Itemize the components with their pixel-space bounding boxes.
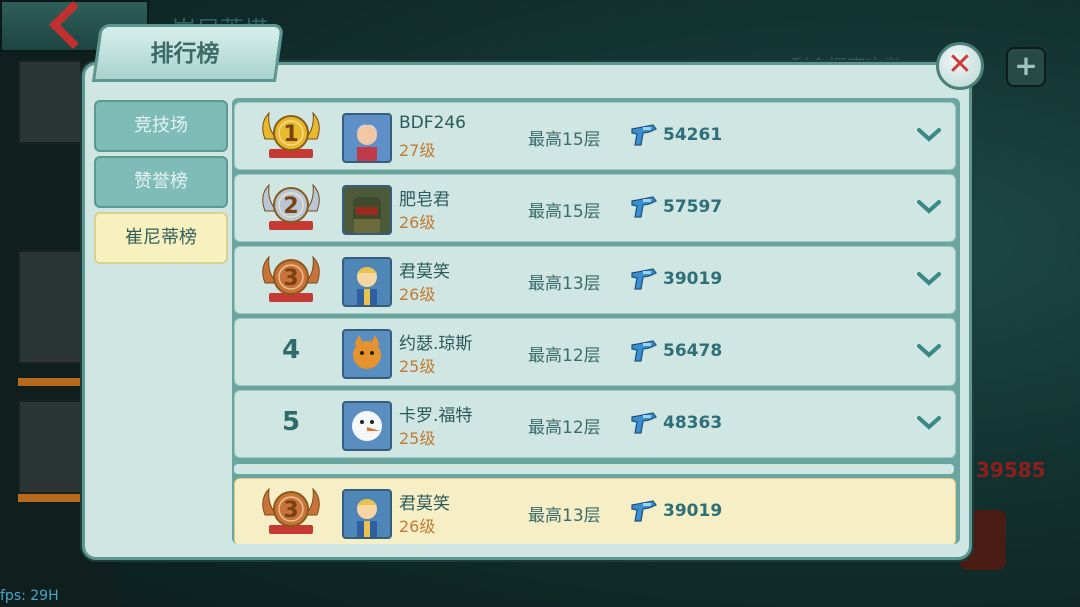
max-floor: 最高15层: [528, 130, 601, 150]
player-level: 26级: [399, 213, 436, 232]
bronze-medal-icon: 3: [262, 255, 320, 302]
max-floor: 最高12层: [528, 346, 601, 366]
chevron-down-icon[interactable]: [917, 343, 941, 359]
player-level: 26级: [399, 285, 436, 304]
power-value: 48363: [663, 413, 723, 433]
max-floor: 最高13层: [528, 506, 601, 526]
max-floor: 最高15层: [528, 202, 601, 222]
player-name: 卡罗.福特: [399, 406, 473, 426]
background-room: [18, 60, 82, 144]
svg-text:2: 2: [283, 194, 298, 219]
power-value: 54261: [663, 125, 723, 145]
rank-number: 5: [281, 407, 301, 437]
player-level: 25级: [399, 357, 436, 376]
svg-text:3: 3: [283, 498, 298, 523]
power-value: 57597: [663, 197, 723, 217]
ranking-list[interactable]: 1 BDF246 27级 最高15层 54261 2 肥皂君 26级 最高15层…: [232, 98, 960, 544]
close-icon: ✕: [947, 47, 973, 82]
player-name: 约瑟.琼斯: [399, 334, 473, 354]
tab-label: 赞誉榜: [134, 171, 188, 192]
player-name: 肥皂君: [399, 190, 450, 210]
partial-row: [234, 464, 954, 474]
bronze-medal-icon: 3: [262, 487, 320, 534]
background-room: [18, 400, 92, 494]
vault-boy-icon: [342, 257, 392, 307]
vault-boy-icon: [342, 489, 392, 539]
power-value: 39019: [663, 501, 723, 521]
svg-text:3: 3: [283, 266, 298, 291]
snowman-icon: [342, 401, 392, 451]
tab-label: 崔尼蒂榜: [125, 227, 197, 248]
tab-trinity[interactable]: 崔尼蒂榜: [94, 212, 228, 264]
gold-medal-icon: 1: [262, 111, 320, 158]
laser-gun-icon: [631, 500, 657, 522]
power-value: 39019: [663, 269, 723, 289]
background-room: [18, 250, 92, 364]
max-floor: 最高12层: [528, 418, 601, 438]
chevron-down-icon[interactable]: [917, 415, 941, 431]
player-name: BDF246: [399, 113, 466, 133]
chevron-down-icon[interactable]: [917, 127, 941, 143]
max-floor: 最高13层: [528, 274, 601, 294]
cat-icon: [342, 329, 392, 379]
rank-number: 4: [281, 335, 301, 365]
table-row[interactable]: 2 肥皂君 26级 最高15层 57597: [234, 174, 956, 242]
table-row[interactable]: 4 约瑟.琼斯 25级 最高12层 56478: [234, 318, 956, 386]
player-level: 26级: [399, 517, 436, 536]
panel-title: 排行榜: [150, 41, 220, 67]
fps-counter: fps: 29H: [0, 588, 59, 604]
laser-gun-icon: [631, 412, 657, 434]
silver-medal-icon: 2: [262, 183, 320, 230]
player-level: 25级: [399, 429, 436, 448]
player-level: 27级: [399, 141, 436, 160]
svg-text:1: 1: [283, 122, 298, 147]
background-light: [18, 378, 82, 386]
power-value: 56478: [663, 341, 723, 361]
table-row[interactable]: 1 BDF246 27级 最高15层 54261: [234, 102, 956, 170]
close-button[interactable]: ✕: [936, 42, 984, 90]
table-row[interactable]: 5 卡罗.福特 25级 最高12层 48363: [234, 390, 956, 458]
woman-icon: [342, 113, 392, 163]
tab-arena[interactable]: 竞技场: [94, 100, 228, 152]
laser-gun-icon: [631, 124, 657, 146]
chevron-down-icon[interactable]: [917, 199, 941, 215]
tab-honor[interactable]: 赞誉榜: [94, 156, 228, 208]
laser-gun-icon: [631, 340, 657, 362]
background-number: 39585: [976, 458, 1046, 482]
player-name: 君莫笑: [399, 494, 450, 514]
armored-soldier-icon: [342, 185, 392, 235]
chevron-down-icon[interactable]: [917, 271, 941, 287]
laser-gun-icon: [631, 268, 657, 290]
table-row[interactable]: 3 君莫笑 26级 最高13层 39019: [234, 246, 956, 314]
background-light: [18, 494, 82, 502]
player-name: 君莫笑: [399, 262, 450, 282]
table-row[interactable]: 3 君莫笑 26级 最高13层 39019: [234, 478, 956, 544]
tab-label: 竞技场: [134, 115, 188, 136]
laser-gun-icon: [631, 196, 657, 218]
back-arrow-icon: [48, 0, 98, 50]
plus-button[interactable]: +: [1006, 47, 1046, 87]
